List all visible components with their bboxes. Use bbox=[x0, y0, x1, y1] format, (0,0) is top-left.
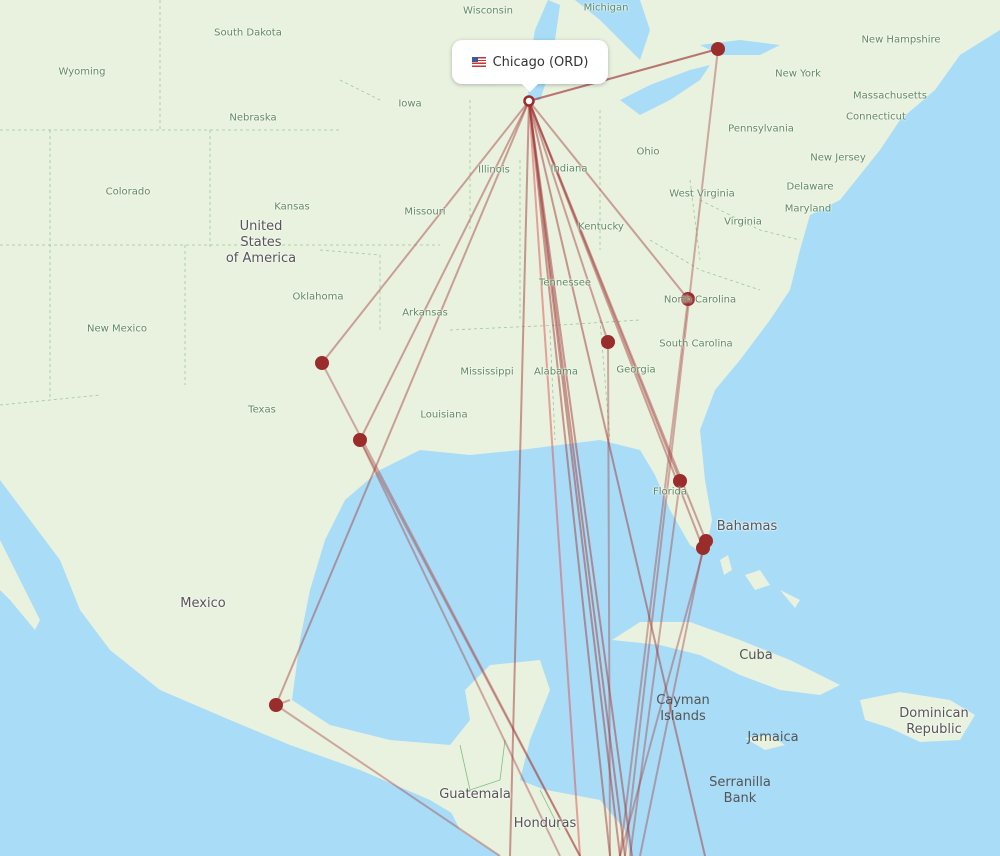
origin-popup[interactable]: Chicago (ORD) bbox=[452, 40, 608, 92]
route-line bbox=[629, 480, 681, 856]
origin-airport-marker[interactable] bbox=[523, 95, 535, 107]
destination-airport-marker[interactable] bbox=[315, 356, 329, 370]
land bbox=[0, 0, 1000, 856]
destination-airport-marker[interactable] bbox=[696, 541, 710, 555]
bahamas-islands bbox=[720, 555, 800, 608]
destination-airport-marker[interactable] bbox=[353, 433, 367, 447]
origin-label: Chicago (ORD) bbox=[492, 54, 589, 70]
cuba bbox=[612, 622, 840, 695]
destination-airport-marker[interactable] bbox=[673, 474, 687, 488]
jamaica bbox=[745, 735, 785, 750]
us-flag-icon bbox=[471, 57, 486, 67]
destination-airport-marker[interactable] bbox=[711, 42, 725, 56]
hispaniola bbox=[860, 692, 975, 742]
destination-airport-marker[interactable] bbox=[601, 335, 615, 349]
destination-airport-marker[interactable] bbox=[269, 698, 283, 712]
destination-airport-marker[interactable] bbox=[681, 292, 695, 306]
route-map[interactable] bbox=[0, 0, 1000, 856]
